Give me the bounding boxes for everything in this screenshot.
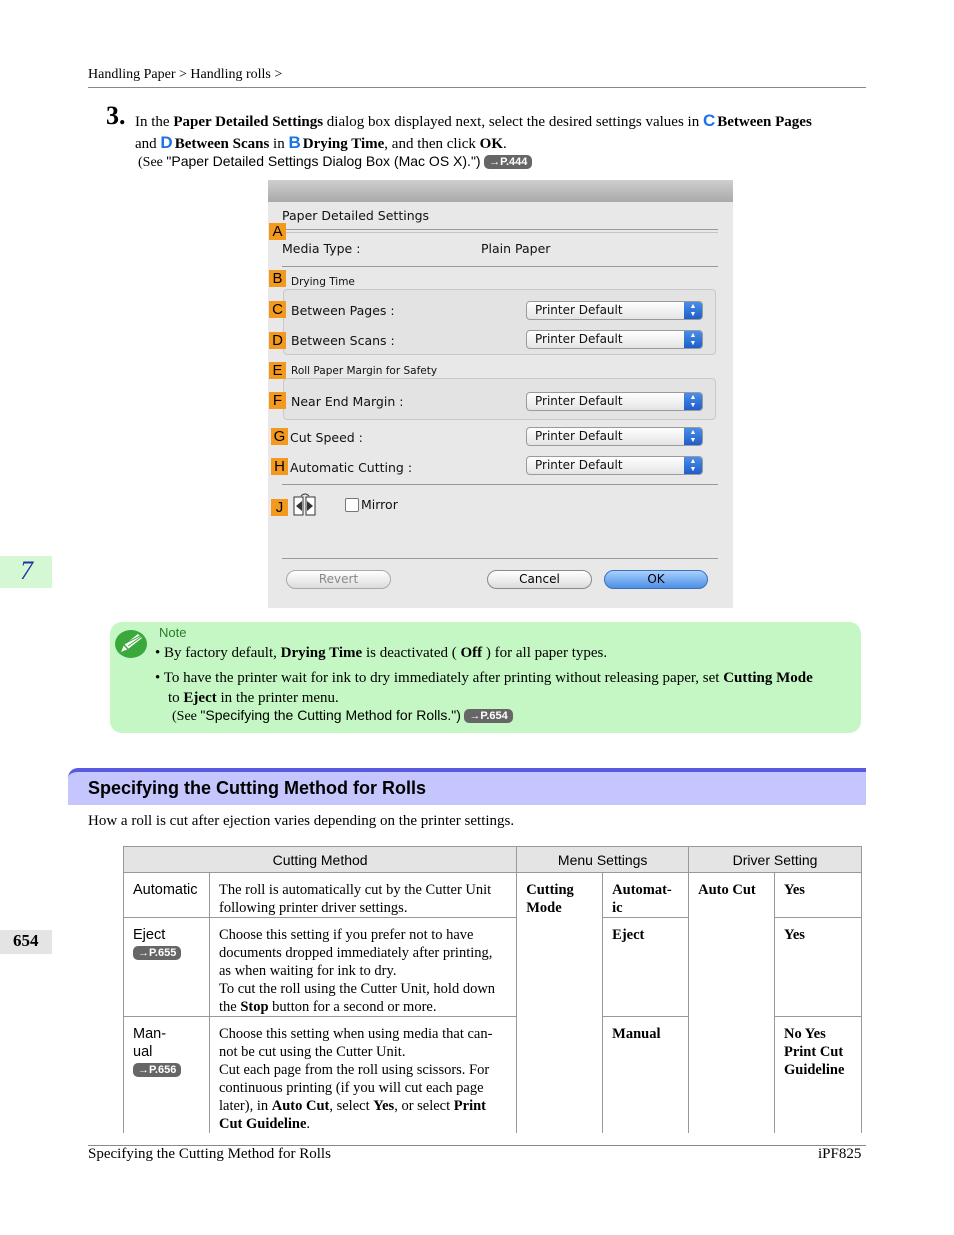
page-ref-link[interactable]: →P.444 [484,155,533,169]
description-line: To cut the roll using the Cutter Unit, h… [218,981,496,1015]
section-intro: How a roll is cut after ejection varies … [88,813,515,829]
updown-arrows-icon: ▲ ▼ [684,331,702,348]
header-driver-setting: Driver Setting [688,846,862,873]
tag-j: J [271,499,288,516]
dialog-rule [282,232,718,233]
header-menu-settings: Menu Settings [516,846,690,873]
description-cell: The roll is automatically cut by the Cut… [208,872,518,918]
cut-speed-popup[interactable]: Printer Default ▲ ▼ [526,427,703,446]
note-bullet-2-cont: to Eject in the printer menu. [168,690,339,706]
menu-item-cell: Cutting Mode [516,872,604,1133]
step-text-line2: and D Between Scans in B Drying Time, and … [135,133,507,152]
description-cell: Choose this setting if you prefer not to… [208,917,518,1017]
tag-h: H [271,458,288,475]
note-bullet-2: • To have the printer wait for ink to dr… [155,670,813,686]
page-ref-link[interactable]: →P.655 [133,946,182,960]
tag-d: D [269,332,286,349]
paper-detailed-settings-dialog: Paper Detailed Settings A Media Type : P… [268,180,733,608]
media-type-value: Plain Paper [481,241,551,256]
table-row: Automatic The roll is automatically cut … [123,872,863,1133]
dialog-title: Paper Detailed Settings [282,208,430,223]
between-pages-label: Between Pages : [291,303,395,318]
driver-item-cell: Auto Cut [688,872,775,1133]
driver-value-cell: Yes [773,917,863,1017]
menu-value-cell: Automat-ic [602,872,690,918]
description-line: Cut each page from the roll using scisso… [218,1062,490,1132]
tag-f: F [269,392,286,409]
step-number: 3. [106,101,126,130]
dialog-rule [282,484,718,485]
bullet-icon: • [155,645,161,661]
tag-a: A [269,223,286,240]
header-rule [88,87,866,88]
ok-button[interactable]: OK [604,570,708,589]
breadcrumb: Handling Paper > Handling rolls > [88,67,283,82]
mirror-checkbox[interactable] [345,498,359,512]
note-pencil-icon [115,630,147,658]
automatic-cutting-label: Automatic Cutting : [290,460,413,475]
tag-b: B [269,270,286,287]
description-cell: Choose this setting when using media tha… [208,1016,518,1133]
method-cell: Automatic [123,872,210,918]
section-title: Specifying the Cutting Method for Rolls [88,778,426,798]
automatic-cutting-popup[interactable]: Printer Default ▲ ▼ [526,456,703,475]
updown-arrows-icon: ▲ ▼ [684,393,702,410]
page-number: 654 [13,931,39,950]
mirror-preview-icon [293,493,316,516]
footer-model: iPF825 [818,1146,862,1162]
dialog-rule [282,558,718,559]
driver-value-cell: Yes [773,872,863,918]
between-pages-popup[interactable]: Printer Default ▲ ▼ [526,301,703,320]
header-cutting-method: Cutting Method [122,846,518,873]
page-ref-link[interactable]: →P.656 [133,1063,182,1077]
roll-margin-group-label: Roll Paper Margin for Safety [291,365,438,377]
cancel-button[interactable]: Cancel [487,570,592,589]
driver-value-cell: No Yes Print Cut Guideline [773,1016,863,1133]
revert-button[interactable]: Revert [286,570,391,589]
page-ref-link[interactable]: →P.654 [464,709,513,723]
letter-c: C [702,111,716,130]
letter-d: D [160,133,173,152]
bullet-icon: • [155,670,161,686]
note-label: Note [159,625,187,640]
dialog-titlebar [268,180,733,202]
step-text-line1: In the Paper Detailed Settings dialog bo… [135,111,812,130]
between-scans-popup[interactable]: Printer Default ▲ ▼ [526,330,703,349]
note-see-reference: (See "Specifying the Cutting Method for … [172,707,513,725]
letter-b: B [288,133,301,152]
dialog-rule [282,229,718,230]
footer-section-title: Specifying the Cutting Method for Rolls [88,1146,331,1162]
table-header-row: Cutting Method Menu Settings Driver Sett… [122,846,862,873]
tag-g: G [271,428,288,445]
cutting-method-table: Cutting Method Menu Settings Driver Sett… [122,846,863,1133]
note-bullet-1: • By factory default, Drying Time is dea… [155,645,608,661]
tag-e: E [269,362,286,379]
menu-value-cell: Eject [602,917,690,1017]
step-see-reference: (See "Paper Detailed Settings Dialog Box… [138,153,533,171]
tag-c: C [269,301,286,318]
dialog-rule [282,266,718,267]
near-end-margin-popup[interactable]: Printer Default ▲ ▼ [526,392,703,411]
between-scans-label: Between Scans : [291,333,395,348]
updown-arrows-icon: ▲ ▼ [684,428,702,445]
method-cell: Man-ual →P.656 [123,1016,210,1133]
drying-time-group-label: Drying Time [291,276,355,288]
method-cell: Eject →P.655 [123,917,210,1017]
menu-value-cell: Manual [602,1016,690,1133]
chapter-number: 7 [20,556,33,585]
near-end-margin-label: Near End Margin : [291,394,404,409]
updown-arrows-icon: ▲ ▼ [684,457,702,474]
updown-arrows-icon: ▲ ▼ [684,302,702,319]
mirror-label: Mirror [361,497,398,512]
cut-speed-label: Cut Speed : [290,430,363,445]
media-type-label: Media Type : [282,241,361,256]
